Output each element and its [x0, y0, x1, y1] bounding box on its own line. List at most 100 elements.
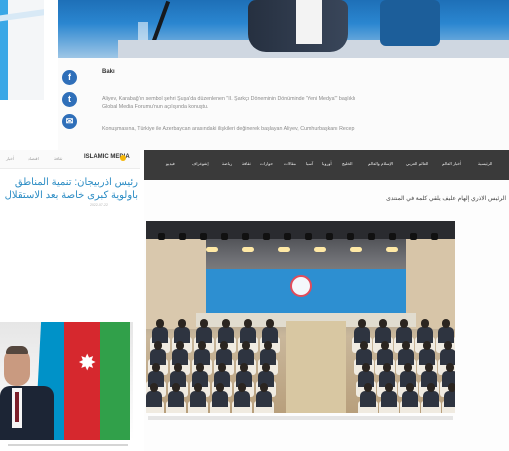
audience-head — [423, 341, 431, 350]
audience-head — [406, 383, 414, 392]
middle-left-header: أخبار اقتصاد ثقافة ISLAMIC MEDIA — [0, 150, 140, 169]
audience-head — [238, 383, 246, 392]
audience-head — [404, 363, 412, 372]
suit — [0, 386, 54, 440]
audience-head — [172, 383, 180, 392]
ceiling — [146, 221, 455, 239]
right-site-nav: الرئيسية أخبار العالم العالم العربي الإس… — [144, 150, 509, 180]
audience-head — [402, 341, 410, 350]
audience-person — [402, 391, 418, 407]
ceiling-spotlight — [179, 233, 186, 240]
nav-item[interactable]: حوارات — [260, 161, 273, 166]
audience-person — [234, 391, 250, 407]
audience-head — [427, 383, 435, 392]
audience-head — [178, 319, 186, 328]
nav-item[interactable]: ثقافة — [242, 161, 251, 166]
article-line-2: Global Media Forumu'nun açılışında konuş… — [102, 104, 209, 110]
audience-head — [425, 363, 433, 372]
article-heading: الرئيس الاذري إلهام عليف يلقي كلمة في ال… — [386, 196, 506, 202]
audience-head — [444, 341, 452, 350]
audience-head — [220, 341, 228, 350]
facebook-icon[interactable]: f — [62, 70, 77, 85]
top-article-photo — [58, 0, 509, 58]
flag-crescent-star-icon: ✸ — [78, 350, 97, 375]
audience-head — [381, 341, 389, 350]
audience-head — [364, 383, 372, 392]
audience-person — [212, 391, 228, 407]
article-line-1: Aliyev, Karabağ'ın sembol şehri Şuşa'da … — [102, 96, 356, 102]
nav-item[interactable]: فيديو — [166, 161, 175, 166]
top-article-body: f t ✉ Bakı Aliyev, Karabağ'ın sembol şeh… — [58, 58, 509, 150]
nav-item[interactable]: إنفوغراف — [192, 161, 209, 166]
audience-head — [242, 341, 250, 350]
nav-item[interactable]: الرئيسية — [478, 161, 492, 166]
caption-line — [8, 444, 128, 446]
audience-person — [168, 391, 184, 407]
logo-mark — [120, 155, 126, 161]
audience-head — [154, 341, 162, 350]
audience-person — [360, 391, 376, 407]
ceiling-lamp — [386, 247, 398, 252]
audience-head — [222, 319, 230, 328]
nav-item[interactable]: آسيا — [306, 161, 313, 166]
news-headline[interactable]: رئيس اذربيجان: تنمية المناطق باولوية كبر… — [0, 176, 138, 202]
nav-item[interactable]: أخبار — [6, 156, 14, 161]
audience-person — [146, 391, 162, 407]
audience-head — [174, 363, 182, 372]
president-figure — [0, 346, 54, 440]
audience-head — [358, 319, 366, 328]
headline-line-2: باولوية كبرى خاصة بعد الاستقلال — [4, 190, 138, 201]
center-aisle — [286, 321, 346, 413]
blue-chair — [380, 0, 440, 46]
audience-head — [266, 319, 274, 328]
nav-item[interactable]: الخليج — [342, 161, 353, 166]
ceiling-lamp — [278, 247, 290, 252]
nav-item[interactable]: اقتصاد — [28, 156, 39, 161]
ceiling-spotlight — [431, 233, 438, 240]
audience-head — [244, 319, 252, 328]
audience-head — [360, 341, 368, 350]
audience-head — [385, 383, 393, 392]
audience-head — [264, 341, 272, 350]
ceiling-spotlight — [389, 233, 396, 240]
email-icon[interactable]: ✉ — [62, 114, 77, 129]
audience-head — [200, 319, 208, 328]
audience-head — [156, 319, 164, 328]
ceiling-lamp — [206, 247, 218, 252]
nav-item[interactable]: أخبار العالم — [442, 161, 461, 166]
audience-head — [196, 363, 204, 372]
audience-head — [383, 363, 391, 372]
ceiling-spotlight — [263, 233, 270, 240]
nav-item[interactable]: مقالات — [284, 161, 296, 166]
flag-red-band — [64, 322, 102, 440]
nav-item[interactable]: أوروبا — [322, 161, 332, 166]
ceiling-spotlight — [368, 233, 375, 240]
forum-logo-icon — [290, 275, 312, 297]
ceiling-spotlight — [284, 233, 291, 240]
audience-head — [379, 319, 387, 328]
nav-item[interactable]: رياضة — [222, 161, 232, 166]
photo-caption-bar — [148, 416, 453, 420]
conference-photo — [146, 221, 455, 413]
ceiling-spotlight — [326, 233, 333, 240]
ceiling-spotlight — [200, 233, 207, 240]
nav-item[interactable]: العالم العربي — [406, 161, 428, 166]
nav-item[interactable]: ثقافة — [54, 156, 62, 161]
audience-head — [362, 363, 370, 372]
audience-person — [381, 391, 397, 407]
audience-person — [444, 391, 455, 407]
audience-person — [423, 391, 439, 407]
audience-head — [216, 383, 224, 392]
article-line-3: Konuşmasına, Türkiye ile Azerbaycan aras… — [102, 126, 355, 132]
twitter-icon[interactable]: t — [62, 92, 77, 107]
headline-line-1: رئيس اذربيجان: تنمية المناطق — [14, 177, 138, 188]
ceiling-lamp — [242, 247, 254, 252]
audience-head — [152, 363, 160, 372]
audience-head — [198, 341, 206, 350]
audience-head — [218, 363, 226, 372]
nav-item[interactable]: الإسلام والعالم — [368, 161, 393, 166]
audience-head — [194, 383, 202, 392]
audience-person — [256, 391, 272, 407]
president-photo: ✸ — [0, 322, 133, 440]
tie — [15, 392, 19, 422]
